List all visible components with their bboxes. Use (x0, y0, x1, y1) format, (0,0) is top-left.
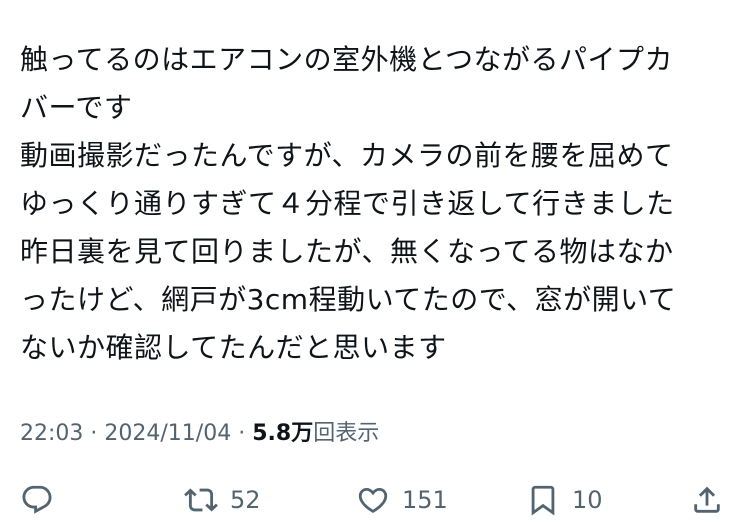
like-count: 151 (402, 486, 448, 514)
bookmark-count: 10 (572, 486, 603, 514)
meta-separator: · (238, 421, 246, 446)
tweet-text-line: ゆっくり通りすぎて４分程で引き返して行きました (20, 187, 675, 220)
share-button[interactable] (690, 476, 724, 524)
views-count[interactable]: 5.8万 (252, 421, 313, 446)
tweet-meta: 22:03 · 2024/11/04 · 5.8万回表示 (20, 416, 379, 452)
like-button[interactable]: 151 (356, 476, 448, 524)
tweet-text-line: 昨日裏を見て回りましたが、無くなってる物はなか (20, 235, 674, 268)
share-icon (694, 486, 720, 513)
tweet-text-line: ないか確認してたんだと思います (20, 331, 447, 364)
repost-count: 52 (230, 486, 261, 514)
repost-button[interactable]: 52 (184, 476, 261, 524)
bookmark-icon (531, 485, 555, 516)
meta-separator: · (90, 421, 98, 446)
action-bar: 52 151 10 (0, 476, 750, 524)
tweet-text-line: 触ってるのはエアコンの室外機とつながるパイプカ (20, 43, 673, 76)
tweet-text-line: 動画撮影だったんですが、カメラの前を腰を屈めて (20, 139, 674, 172)
repost-icon (184, 488, 218, 512)
tweet-text: 触ってるのはエアコンの室外機とつながるパイプカ バーです 動画撮影だったんですが… (20, 36, 732, 372)
tweet-time[interactable]: 22:03 (20, 421, 83, 446)
reply-icon (22, 485, 52, 514)
reply-button[interactable] (20, 476, 54, 524)
views-label[interactable]: 回表示 (313, 421, 379, 446)
heart-icon (358, 487, 388, 513)
bookmark-button[interactable]: 10 (526, 476, 603, 524)
tweet-text-line: バーです (20, 91, 133, 124)
tweet-date[interactable]: 2024/11/04 (104, 421, 231, 446)
tweet-text-line: ったけど、網戸が3cm程動いてたので、窓が開いて (20, 283, 677, 316)
